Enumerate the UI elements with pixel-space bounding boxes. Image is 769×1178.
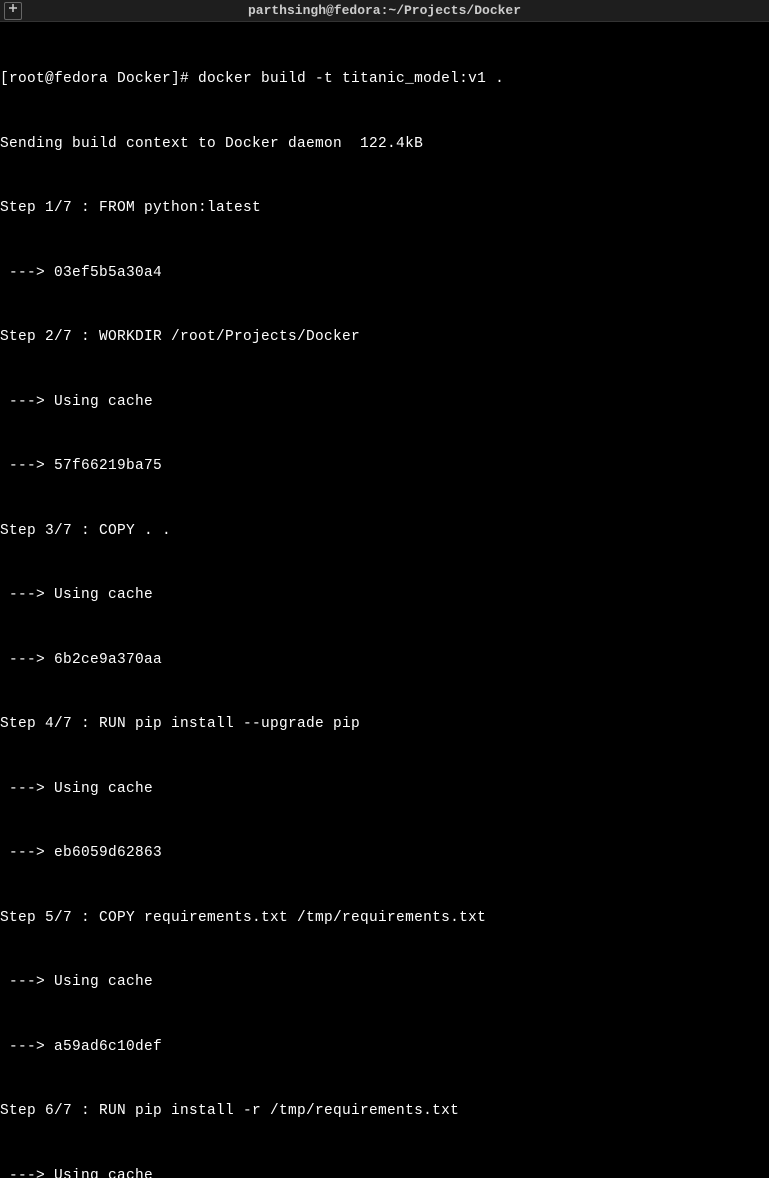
terminal-line: ---> 03ef5b5a30a4 <box>0 263 769 285</box>
terminal-line: Step 4/7 : RUN pip install --upgrade pip <box>0 714 769 736</box>
plus-icon <box>7 2 19 19</box>
terminal-line: Step 1/7 : FROM python:latest <box>0 198 769 220</box>
new-tab-button[interactable] <box>4 2 22 20</box>
terminal-line: ---> 57f66219ba75 <box>0 456 769 478</box>
terminal-output[interactable]: [root@fedora Docker]# docker build -t ti… <box>0 22 769 1178</box>
terminal-line: Sending build context to Docker daemon 1… <box>0 134 769 156</box>
titlebar: parthsingh@fedora:~/Projects/Docker <box>0 0 769 22</box>
terminal-line: ---> eb6059d62863 <box>0 843 769 865</box>
terminal-line: ---> a59ad6c10def <box>0 1037 769 1059</box>
window-title: parthsingh@fedora:~/Projects/Docker <box>248 3 521 18</box>
terminal-line: ---> Using cache <box>0 1166 769 1178</box>
terminal-line: ---> 6b2ce9a370aa <box>0 650 769 672</box>
terminal-line: Step 2/7 : WORKDIR /root/Projects/Docker <box>0 327 769 349</box>
terminal-line: [root@fedora Docker]# docker build -t ti… <box>0 69 769 91</box>
terminal-line: Step 5/7 : COPY requirements.txt /tmp/re… <box>0 908 769 930</box>
terminal-line: Step 6/7 : RUN pip install -r /tmp/requi… <box>0 1101 769 1123</box>
terminal-line: ---> Using cache <box>0 972 769 994</box>
terminal-line: ---> Using cache <box>0 392 769 414</box>
terminal-line: Step 3/7 : COPY . . <box>0 521 769 543</box>
terminal-line: ---> Using cache <box>0 585 769 607</box>
terminal-line: ---> Using cache <box>0 779 769 801</box>
